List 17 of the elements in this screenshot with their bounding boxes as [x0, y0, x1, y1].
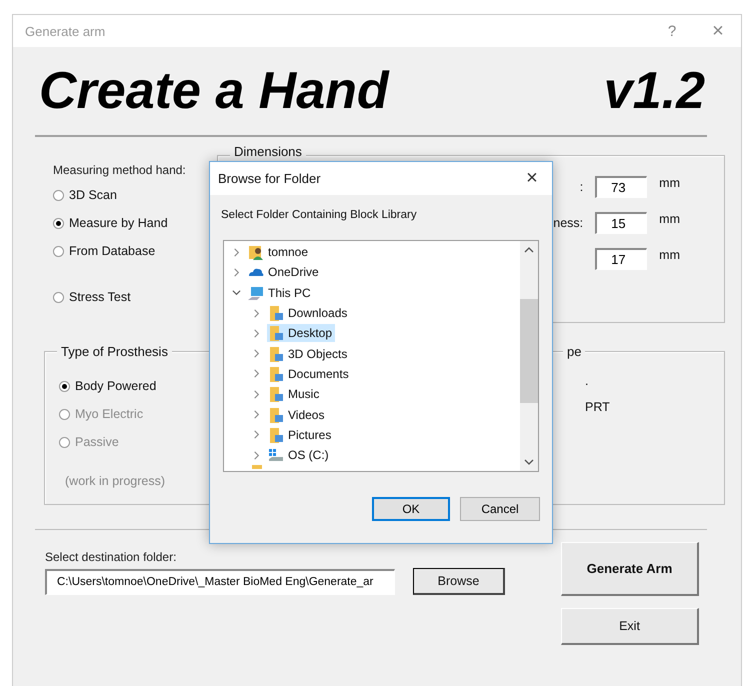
dialog-title: Browse for Folder — [218, 171, 322, 186]
option-text: . — [585, 374, 590, 388]
unit-label: mm — [659, 248, 680, 262]
option-text: PRT — [585, 400, 611, 414]
field-label: ness: — [553, 216, 584, 230]
field-label: : — [580, 180, 584, 194]
version-label: v1.2 — [604, 61, 705, 121]
note-text: (work in progress) — [65, 474, 166, 488]
window-title: Generate arm — [25, 24, 106, 38]
group-title: Dimensions — [230, 144, 306, 159]
unit-label: mm — [659, 176, 680, 190]
unit-label: mm — [659, 212, 680, 226]
measuring-method-label: Measuring method hand: — [53, 163, 187, 177]
destination-label: Select destination folder: — [45, 550, 178, 564]
app-title: Create a Hand — [39, 61, 389, 121]
group-title: Type of Prosthesis — [57, 344, 172, 359]
dialog-prompt: Select Folder Containing Block Library — [221, 209, 418, 221]
